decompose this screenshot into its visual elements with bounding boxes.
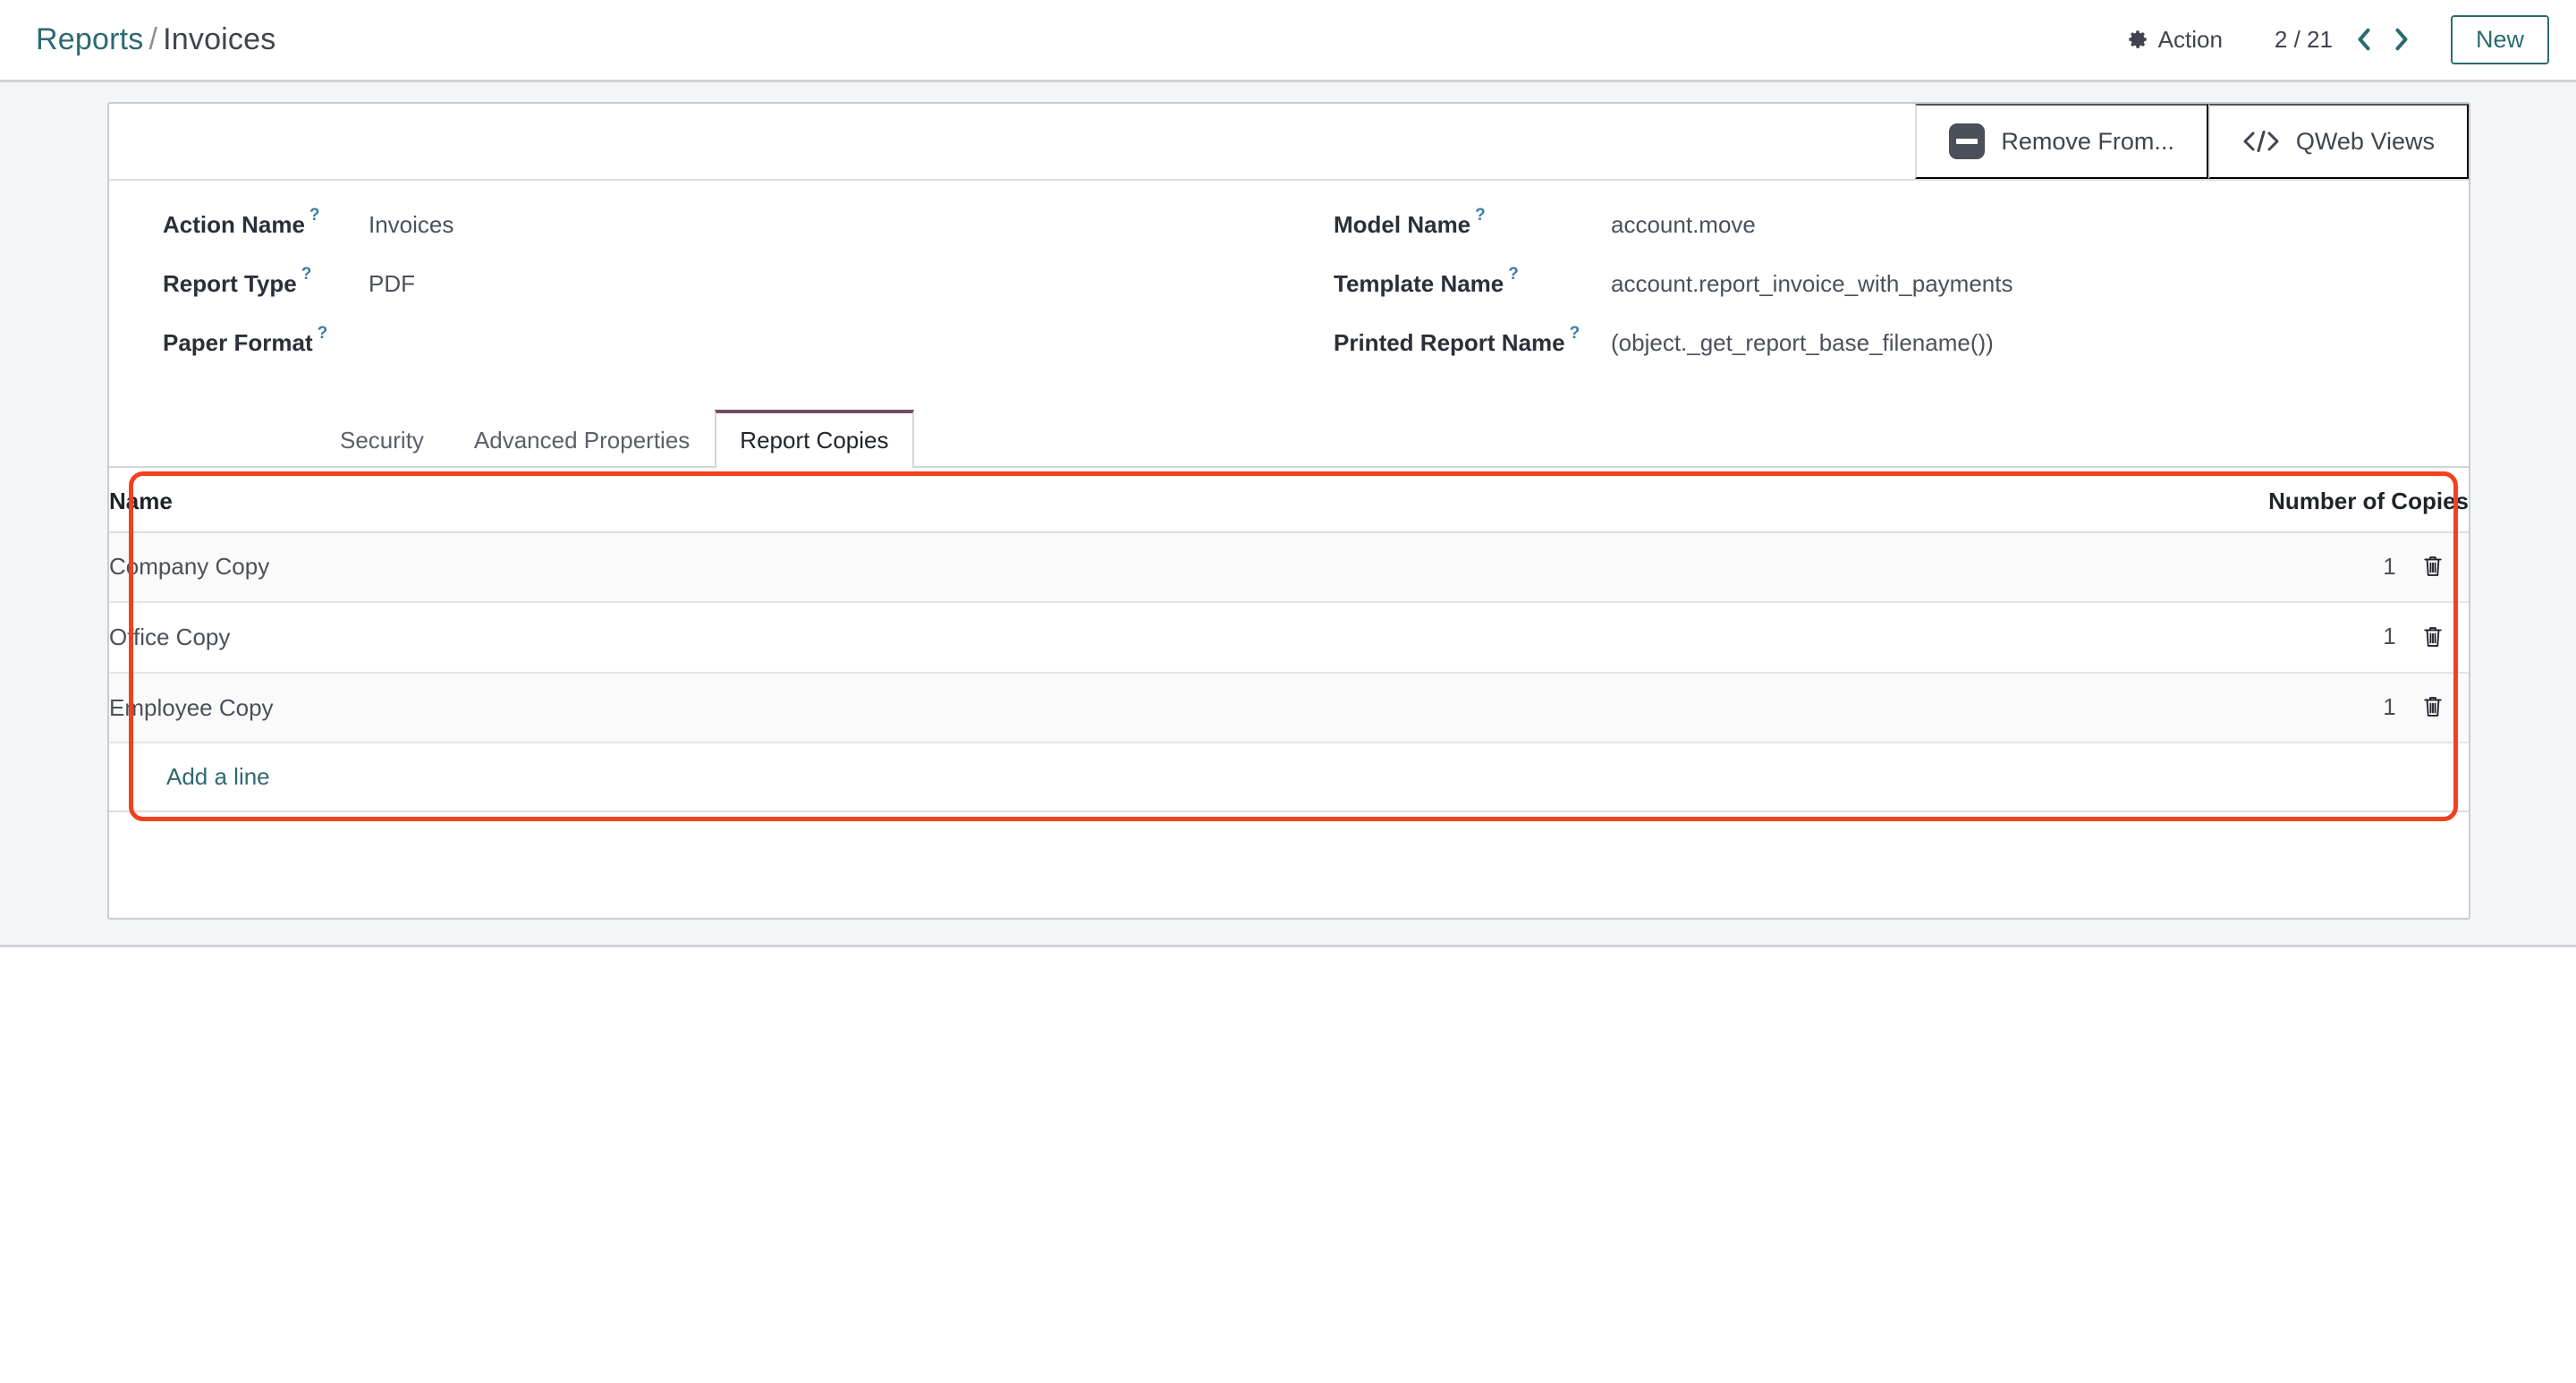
control-panel: Reports / Invoices Action 2 / 21 New — [0, 0, 2576, 82]
cell-copies[interactable]: 1 — [2383, 553, 2395, 580]
field-action-name-label: Action Name ? — [163, 206, 320, 238]
pager-next-button[interactable] — [2383, 23, 2420, 55]
cell-name[interactable]: Company Copy — [109, 531, 2093, 604]
column-header-number-of-copies[interactable]: Number of Copies — [2093, 467, 2469, 533]
field-paper-format: Paper Format ? — [163, 324, 1298, 388]
table-row[interactable]: Company Copy 1 — [109, 531, 2469, 604]
notebook-tabs: Security Advanced Properties Report Copi… — [109, 410, 2469, 468]
delete-row-button[interactable] — [2402, 694, 2469, 722]
pager-previous-button[interactable] — [2345, 23, 2383, 55]
column-header-name[interactable]: Name — [109, 467, 2093, 533]
field-printed-report-name-label: Printed Report Name ? — [1334, 324, 1580, 356]
notebook: Security Advanced Properties Report Copi… — [109, 401, 2469, 919]
help-icon[interactable]: ? — [318, 324, 328, 344]
pager: 2 / 21 — [2262, 23, 2420, 55]
help-icon[interactable]: ? — [309, 206, 320, 225]
help-icon[interactable]: ? — [301, 265, 312, 284]
cell-copies[interactable]: 1 — [2383, 693, 2395, 720]
field-template-name-value[interactable]: account.report_invoice_with_payments — [1611, 270, 2012, 298]
stat-button-bar: Remove From... QWeb Views — [109, 104, 2469, 181]
help-icon[interactable]: ? — [1570, 324, 1580, 344]
remove-from-button[interactable]: Remove From... — [1915, 104, 2208, 179]
form-column-left: Action Name ? Invoices Report Type ? PDF — [163, 206, 1298, 388]
cell-copies-group: 1 — [2093, 531, 2469, 604]
delete-row-button[interactable] — [2402, 554, 2469, 581]
field-template-name-label: Template Name ? — [1334, 265, 1519, 297]
field-report-type-value[interactable]: PDF — [369, 270, 415, 298]
field-action-name: Action Name ? Invoices — [163, 206, 1298, 270]
cell-name[interactable]: Employee Copy — [109, 672, 2093, 744]
cell-copies[interactable]: 1 — [2383, 623, 2395, 649]
trash-icon — [2422, 626, 2444, 652]
new-button[interactable]: New — [2450, 15, 2549, 64]
minus-square-icon — [1949, 123, 1986, 159]
cell-copies-group: 1 — [2093, 672, 2469, 744]
add-line-row: Add a line — [109, 742, 2469, 813]
add-a-line-button[interactable]: Add a line — [109, 763, 270, 791]
field-model-name-label: Model Name ? — [1334, 206, 1486, 238]
page-background: Remove From... QWeb Views Action Name ? … — [0, 82, 2576, 948]
help-icon[interactable]: ? — [1508, 265, 1519, 284]
form-sheet: Remove From... QWeb Views Action Name ? … — [107, 102, 2470, 921]
gear-icon — [2126, 28, 2149, 51]
form-fields: Action Name ? Invoices Report Type ? PDF — [109, 181, 2469, 401]
field-model-name: Model Name ? account.move — [1334, 206, 2433, 270]
pager-value[interactable]: 2 / 21 — [2262, 26, 2345, 54]
field-paper-format-label: Paper Format ? — [163, 324, 328, 356]
field-action-name-value[interactable]: Invoices — [369, 211, 453, 239]
field-printed-report-name: Printed Report Name ? (object._get_repor… — [1334, 324, 2433, 388]
table-body: Company Copy 1 Office Copy 1 Employee Co… — [109, 531, 2469, 813]
help-icon[interactable]: ? — [1475, 206, 1486, 225]
breadcrumb: Reports / Invoices — [36, 22, 275, 57]
field-report-type: Report Type ? PDF — [163, 265, 1298, 329]
action-menu-label: Action — [2157, 25, 2223, 53]
field-report-type-label: Report Type ? — [163, 265, 312, 297]
tab-report-copies[interactable]: Report Copies — [715, 410, 914, 468]
table-row[interactable]: Office Copy 1 — [109, 602, 2469, 674]
table-header-row: Name Number of Copies — [109, 467, 2469, 533]
field-printed-report-name-value[interactable]: (object._get_report_base_filename()) — [1611, 329, 1994, 357]
trash-icon — [2422, 697, 2444, 722]
notebook-page-filler — [109, 812, 2469, 919]
chevron-left-icon — [2354, 27, 2374, 52]
field-template-name: Template Name ? account.report_invoice_w… — [1334, 265, 2433, 329]
tab-security[interactable]: Security — [315, 410, 449, 468]
action-menu-button[interactable]: Action — [2110, 19, 2239, 61]
report-copies-table: Name Number of Copies Company Copy 1 Off… — [109, 467, 2469, 813]
cell-name[interactable]: Office Copy — [109, 602, 2093, 674]
qweb-views-label: QWeb Views — [2295, 127, 2435, 155]
table-head: Name Number of Copies — [109, 467, 2469, 533]
table-row[interactable]: Employee Copy 1 — [109, 672, 2469, 744]
tab-advanced-properties[interactable]: Advanced Properties — [449, 410, 715, 468]
cell-copies-group: 1 — [2093, 602, 2469, 674]
code-icon — [2242, 129, 2280, 154]
breadcrumb-separator: / — [148, 22, 158, 56]
form-column-right: Model Name ? account.move Template Name … — [1298, 206, 2433, 388]
chevron-right-icon — [2392, 27, 2411, 52]
sheet-wrapper: Remove From... QWeb Views Action Name ? … — [0, 102, 2576, 921]
control-panel-right: Action 2 / 21 New — [2110, 15, 2549, 64]
report-copies-list-region: Name Number of Copies Company Copy 1 Off… — [109, 467, 2469, 822]
add-line-cell: Add a line — [109, 742, 2469, 813]
breadcrumb-current: Invoices — [163, 22, 276, 56]
qweb-views-button[interactable]: QWeb Views — [2207, 104, 2469, 179]
field-model-name-value[interactable]: account.move — [1611, 211, 1756, 239]
breadcrumb-parent[interactable]: Reports — [36, 22, 143, 56]
remove-from-label: Remove From... — [2001, 127, 2174, 155]
trash-icon — [2422, 556, 2444, 581]
delete-row-button[interactable] — [2402, 624, 2469, 652]
